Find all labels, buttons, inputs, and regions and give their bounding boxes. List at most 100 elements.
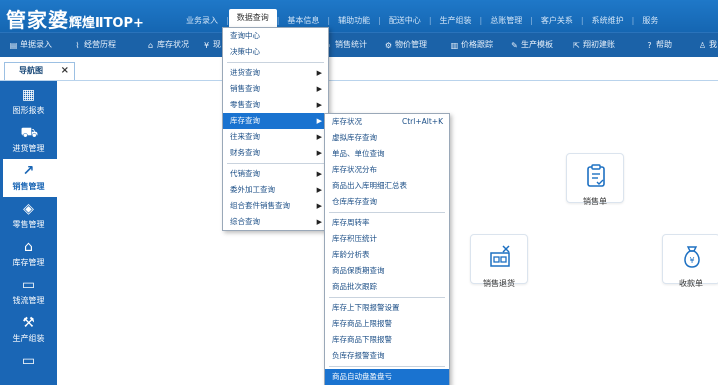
menu-separator bbox=[227, 62, 324, 63]
toolbar-button[interactable]: ⌂ 库存状况 bbox=[146, 39, 189, 50]
menu-item-label: 库存积压统计 bbox=[332, 234, 377, 243]
menu-item-label: 商品出入库明细汇总表 bbox=[332, 181, 407, 190]
toolbar-button[interactable]: ⚙ 物价管理 bbox=[384, 39, 427, 50]
menu-item-label: 商品自动盘盈盘亏 bbox=[332, 372, 392, 381]
menu-item-label: 虚拟库存查询 bbox=[332, 133, 377, 142]
toolbar-button[interactable]: ⇱ 翔初建账 bbox=[572, 39, 615, 50]
toolbar-button-label: 价格跟踪 bbox=[461, 40, 493, 49]
menu-item[interactable]: 库存状况分布 bbox=[325, 162, 449, 178]
top-menu-bar: 业务录入 | 数据查询 | 基本信息 | 辅助功能 | 配送中心 | 生产组装 | 总账管理 | 客户关系 |… bbox=[178, 9, 666, 28]
menu-item[interactable]: 仓库库存查询 bbox=[325, 194, 449, 210]
toolbar-button[interactable]: ? 帮助 bbox=[645, 39, 672, 50]
menu-item-label: 进货查询 bbox=[230, 68, 260, 77]
menu-item-label: 库存商品下限报警 bbox=[332, 335, 392, 344]
clipboard-icon bbox=[567, 164, 625, 194]
sidebar-item[interactable]: ▭ bbox=[0, 349, 57, 385]
menu-item-label: 库存周转率 bbox=[332, 218, 370, 227]
toolbar-button[interactable]: ▥ 价格跟踪 bbox=[450, 39, 493, 50]
gear-icon: ⚙ bbox=[384, 41, 393, 50]
inventory-query-submenu: 库存状况 Ctrl+Alt+K 虚拟库存查询单品、单位查询 库存状况分布商品出入库明细… bbox=[324, 113, 450, 385]
menu-item[interactable]: 代销查询 ▶ bbox=[223, 166, 328, 182]
sidebar-item[interactable]: ⚒ 生产组装 bbox=[0, 311, 57, 349]
sidebar-item[interactable]: ↗ 销售管理 bbox=[0, 159, 57, 197]
sales-return-label: 销售退货 bbox=[483, 279, 515, 288]
toolbar-button[interactable]: ▤ 单据录入 bbox=[9, 39, 52, 50]
menu-item-label: 库龄分析表 bbox=[332, 250, 370, 259]
menu-item-label: 零售查询 bbox=[230, 100, 260, 109]
menu-item-label: 库存商品上限报警 bbox=[332, 319, 392, 328]
top-menu-item[interactable]: 业务录入 bbox=[178, 15, 226, 26]
menu-item[interactable]: 往来查询 ▶ bbox=[223, 129, 328, 145]
menu-item[interactable]: 库存积压统计 bbox=[325, 231, 449, 247]
menu-item[interactable]: 库存商品下限报警 bbox=[325, 332, 449, 348]
menu-item[interactable]: 综合查询 ▶ bbox=[223, 214, 328, 230]
menu-item[interactable]: 负库存报警查询 bbox=[325, 348, 449, 364]
close-icon[interactable]: × bbox=[61, 63, 69, 79]
menu-item[interactable]: 库龄分析表 bbox=[325, 247, 449, 263]
top-menu-item[interactable]: 数据查询 bbox=[228, 9, 277, 28]
toolbar: ▤单据录入 ⌇ 经营历程 ⌂库存状况 ¥现 ⌕销售统计 ⚙物价管理 ▥价格跟踪 ✎生产模板 ⇱翔初… bbox=[0, 32, 718, 57]
menu-item[interactable]: 决策中心 bbox=[223, 44, 328, 60]
money-bag-icon: ¥ bbox=[663, 245, 718, 275]
menu-item[interactable]: 组合套件销售查询 ▶ bbox=[223, 198, 328, 214]
sales-return-card[interactable] bbox=[470, 234, 528, 284]
sidebar: ▦ 图形报表 ⛟ 进货管理 ↗ 销售管理 ◈ 零售管理 ⌂ 库存管理 ▭ 钱流管理 ⚒ 生产组装 ▭ bbox=[0, 81, 57, 385]
toolbar-button-label: 物价管理 bbox=[395, 40, 427, 49]
submenu-arrow-icon: ▶ bbox=[316, 133, 322, 141]
menu-item[interactable]: 零售查询 ▶ bbox=[223, 97, 328, 113]
toolbar-button[interactable]: ♙ 我 bbox=[698, 39, 717, 50]
menu-item[interactable]: 库存周转率 bbox=[325, 215, 449, 231]
toolbar-button-label: 经营历程 bbox=[84, 40, 116, 49]
top-menu-item[interactable]: 系统维护 bbox=[584, 15, 632, 26]
top-menu-item[interactable]: 辅助功能 bbox=[330, 15, 378, 26]
toolbar-button[interactable]: ✎ 生产模板 bbox=[510, 39, 553, 50]
sidebar-item[interactable]: ▭ 钱流管理 bbox=[0, 273, 57, 311]
top-menu-item[interactable]: 总账管理 bbox=[482, 15, 530, 26]
top-header: 管家婆辉煌ⅡTOP+ 业务录入 | 数据查询 | 基本信息 | 辅助功能 | 配送中心 | 生产组装… bbox=[0, 0, 718, 32]
menu-item-label: 综合查询 bbox=[230, 217, 260, 226]
toolbar-button[interactable]: ¥ 现 bbox=[202, 39, 221, 50]
receipt-card[interactable]: ¥ bbox=[662, 234, 718, 284]
sidebar-item[interactable]: ◈ 零售管理 bbox=[0, 197, 57, 235]
sidebar-item-label: 零售管理 bbox=[12, 220, 45, 229]
menu-item-label: 负库存报警查询 bbox=[332, 351, 385, 360]
menu-item[interactable]: 库存查询 ▶ bbox=[223, 113, 328, 129]
user-icon: ♙ bbox=[698, 41, 707, 50]
menu-item-label: 库存状况 bbox=[332, 117, 362, 126]
document-icon: ▤ bbox=[9, 41, 18, 50]
menu-item[interactable]: 库存状况 Ctrl+Alt+K bbox=[325, 114, 449, 130]
top-menu-item[interactable]: 客户关系 bbox=[533, 15, 581, 26]
menu-item[interactable]: 查询中心 bbox=[223, 28, 328, 44]
app-logo: 管家婆辉煌ⅡTOP+ bbox=[6, 8, 144, 32]
toolbar-button[interactable]: ⌇ 经营历程 bbox=[73, 39, 116, 50]
submenu-arrow-icon: ▶ bbox=[316, 186, 322, 194]
menu-item[interactable]: 销售查询 ▶ bbox=[223, 81, 328, 97]
menu-item[interactable]: 商品出入库明细汇总表 bbox=[325, 178, 449, 194]
menu-item[interactable]: 委外加工查询 ▶ bbox=[223, 182, 328, 198]
wrench-icon: ✎ bbox=[511, 41, 518, 50]
sidebar-item[interactable]: ▦ 图形报表 bbox=[0, 83, 57, 121]
sidebar-item-label: 销售管理 bbox=[12, 182, 45, 191]
money-icon: ▭ bbox=[21, 277, 36, 293]
menu-item[interactable]: 虚拟库存查询 bbox=[325, 130, 449, 146]
top-menu-item[interactable]: 配送中心 bbox=[381, 15, 429, 26]
sidebar-item[interactable]: ⛟ 进货管理 bbox=[0, 121, 57, 159]
menu-item[interactable]: 财务查询 ▶ bbox=[223, 145, 328, 161]
top-menu-item[interactable]: 生产组装 bbox=[432, 15, 480, 26]
toolbar-button[interactable]: ⌕销售统计 bbox=[324, 39, 367, 50]
menu-item[interactable]: 商品自动盘盈盘亏 bbox=[325, 369, 449, 385]
menu-item[interactable]: 库存商品上限报警 bbox=[325, 316, 449, 332]
menu-item[interactable]: 进货查询 ▶ bbox=[223, 65, 328, 81]
sidebar-item[interactable]: ⌂ 库存管理 bbox=[0, 235, 57, 273]
sales-order-label: 销售单 bbox=[583, 197, 607, 206]
tools-icon: ⚒ bbox=[22, 315, 35, 331]
tab-navigation-map[interactable]: 导航图 × bbox=[4, 62, 75, 80]
menu-item[interactable]: 商品保质期查询 bbox=[325, 263, 449, 279]
top-menu-item[interactable]: 基本信息 bbox=[279, 15, 327, 26]
tag-icon: ◈ bbox=[23, 201, 34, 217]
menu-item[interactable]: 单品、单位查询 bbox=[325, 146, 449, 162]
menu-item[interactable]: 商品批次跟踪 bbox=[325, 279, 449, 295]
menu-item[interactable]: 库存上下限报警设置 bbox=[325, 300, 449, 316]
top-menu-item[interactable]: 服务 bbox=[634, 15, 666, 26]
submenu-arrow-icon: ▶ bbox=[316, 202, 322, 210]
